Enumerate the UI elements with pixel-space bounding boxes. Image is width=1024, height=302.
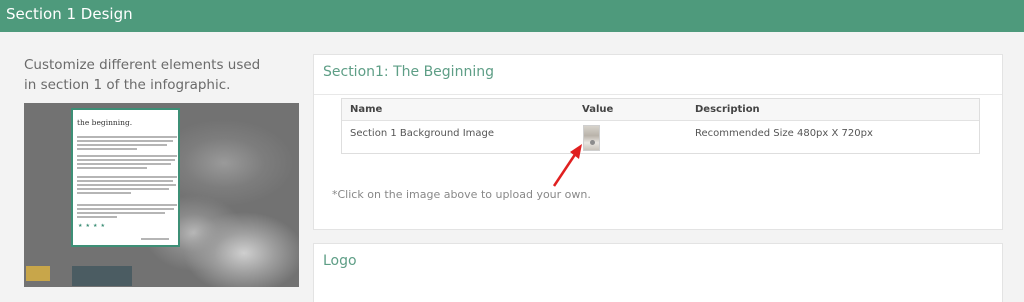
row-description: Recommended Size 480px X 720px xyxy=(695,128,873,139)
preview-text-line xyxy=(77,140,173,142)
logo-card-title: Logo xyxy=(323,253,357,269)
row-name: Section 1 Background Image xyxy=(350,128,495,139)
preview-text-line xyxy=(77,184,176,186)
preview-text-line xyxy=(77,148,137,150)
arrow-head xyxy=(570,144,582,159)
preview-text-line xyxy=(77,163,171,165)
preview-text-line xyxy=(77,155,177,157)
infographic-preview: the beginning. ★★★★ xyxy=(24,103,299,287)
table-header-row: Name Value Description xyxy=(342,99,979,121)
preview-text-line xyxy=(77,188,169,190)
preview-text-line xyxy=(77,136,177,138)
preview-tag xyxy=(26,266,50,281)
app-header: Section 1 Design xyxy=(0,0,1024,32)
preview-text-line xyxy=(77,208,174,210)
preview-text-line xyxy=(77,176,177,178)
preview-text-line xyxy=(77,216,117,218)
preview-panel-title: the beginning. xyxy=(77,118,133,127)
divider xyxy=(314,94,1002,95)
preview-text-line xyxy=(77,144,167,146)
preview-tag xyxy=(72,266,132,286)
preview-text-line xyxy=(77,167,147,169)
logo-card: Logo xyxy=(313,243,1003,302)
preview-text-panel: the beginning. ★★★★ xyxy=(71,108,180,247)
column-header-description: Description xyxy=(695,104,760,115)
red-arrow-icon xyxy=(552,144,582,187)
section1-card-title: Section1: The Beginning xyxy=(323,64,494,80)
preview-text-line xyxy=(77,204,177,206)
preview-stars: ★★★★ xyxy=(78,223,108,229)
column-header-name: Name xyxy=(350,104,383,115)
settings-table: Name Value Description Section 1 Backgro… xyxy=(341,98,980,154)
preview-text-line xyxy=(77,159,175,161)
column-header-value: Value xyxy=(582,104,614,115)
preview-text-line xyxy=(77,180,173,182)
preview-text-line xyxy=(77,212,165,214)
page-title: Section 1 Design xyxy=(6,5,133,23)
section1-card: Section1: The Beginning Name Value Descr… xyxy=(313,54,1003,230)
preview-text-line xyxy=(77,192,131,194)
section-description: Customize different elements used in sec… xyxy=(24,57,261,93)
image-thumbnail-icon xyxy=(590,140,595,145)
preview-signature xyxy=(141,238,169,240)
